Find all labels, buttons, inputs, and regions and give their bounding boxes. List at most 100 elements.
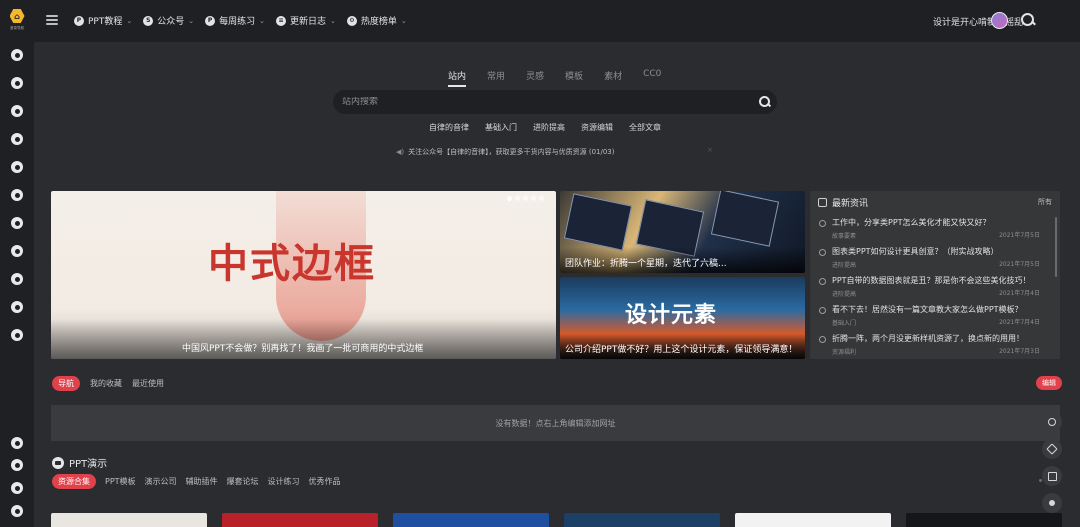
- more-indicator: [1039, 479, 1042, 482]
- nav-item-weekly-practice[interactable]: P 每周练习 ⌄: [205, 14, 265, 27]
- tab-favorites[interactable]: 我的收藏: [90, 376, 122, 391]
- nav-gear-icon: ⚙: [346, 15, 357, 26]
- nav-item-official-account[interactable]: S 公众号 ⌄: [143, 14, 194, 27]
- hero-title: 中式边框: [208, 240, 376, 287]
- notice-text: 关注公众号【自律的音律】，获取更多干货内容与优质资源 (01/03): [408, 148, 615, 156]
- sidebar-icon-emoji[interactable]: [11, 133, 23, 145]
- nav-item-ppt-tutorial[interactable]: P PPT教程 ⌄: [74, 14, 132, 27]
- list-item[interactable]: 图表类PPT如何设计更具创意？（附实战攻略） 进阶提高 2021年7月5日: [818, 246, 1052, 275]
- sidebar-icon-compass[interactable]: [11, 189, 23, 201]
- nav-label: 热度榜单: [360, 17, 397, 27]
- carousel-dot[interactable]: [539, 196, 544, 201]
- tab-recent[interactable]: 最近使用: [132, 376, 164, 391]
- sidebar-icon-collapse[interactable]: [11, 505, 23, 517]
- sidebar-icon-p[interactable]: [11, 482, 23, 494]
- nav-label: PPT教程: [88, 17, 123, 27]
- tab-plugins[interactable]: 辅助插件: [186, 474, 218, 489]
- thumbnail-card[interactable]: [222, 513, 378, 527]
- sidebar-icon-globe[interactable]: [11, 273, 23, 285]
- chevron-down-icon: ⌄: [188, 16, 195, 25]
- nav-item-changelog[interactable]: ≡ 更新日志 ⌄: [276, 14, 336, 27]
- card-image: [563, 193, 633, 251]
- quick-link[interactable]: 进阶提高: [533, 122, 565, 133]
- float-search-icon[interactable]: [1042, 412, 1062, 432]
- featured-card-team-work[interactable]: 团队作业：折腾一个星期，迭代了六稿...: [560, 191, 805, 273]
- list-item[interactable]: 折腾一阵，两个月没更新样机资源了，换点新的用用！ 资源福利 2021年7月3日: [818, 333, 1052, 362]
- news-item-date: 2021年7月5日: [999, 261, 1040, 268]
- featured-card-design-element[interactable]: 设计元素 公司介绍PPT做不好？用上这个设计元素，保证领导满意！: [560, 277, 805, 359]
- sidebar-icon-star[interactable]: [11, 161, 23, 173]
- sidebar-icon-chat[interactable]: [11, 49, 23, 61]
- section-title: PPT演示: [69, 459, 108, 470]
- quick-link[interactable]: 全部文章: [629, 122, 661, 133]
- float-tag-icon[interactable]: [1042, 439, 1062, 459]
- list-item[interactable]: 工作中，分享类PPT怎么美化才能又快又好？ 故事要素 2021年7月5日: [818, 217, 1052, 246]
- tab-forum[interactable]: 爆套论坛: [227, 474, 259, 489]
- chevron-down-icon: ⌄: [330, 16, 336, 25]
- thumbnail-card[interactable]: [51, 513, 207, 527]
- nav-item-hot-list[interactable]: ⚙ 热度榜单 ⌄: [346, 14, 407, 27]
- tab-cc0[interactable]: CC0: [643, 69, 661, 87]
- search-icon[interactable]: [1021, 13, 1035, 27]
- tab-site[interactable]: 站内: [448, 69, 467, 87]
- sidebar-icon-info[interactable]: [11, 301, 23, 313]
- news-scrollbar[interactable]: [1055, 217, 1057, 277]
- news-more-link[interactable]: 所有: [1038, 197, 1052, 207]
- quick-link[interactable]: 基础入门: [485, 122, 517, 133]
- search-input[interactable]: [333, 97, 733, 107]
- tab-inspiration[interactable]: 灵感: [526, 69, 544, 87]
- nav-label: 公众号: [157, 17, 185, 27]
- search-submit-icon[interactable]: [759, 96, 771, 108]
- carousel-dot[interactable]: [507, 196, 512, 201]
- avatar[interactable]: [991, 12, 1008, 29]
- search-tabs: 站内 常用 灵感 模板 素材 CC0: [448, 69, 661, 87]
- tab-ppt-template[interactable]: PPT模板: [105, 474, 136, 489]
- bookmark-tabs: 导航 我的收藏 最近使用: [52, 376, 164, 391]
- tab-works[interactable]: 优秀作品: [309, 474, 341, 489]
- tab-presentation-company[interactable]: 演示公司: [145, 474, 177, 489]
- thumbnail-card[interactable]: [906, 513, 1062, 527]
- sidebar-icon-help[interactable]: [11, 437, 23, 449]
- float-calendar-icon[interactable]: [1042, 466, 1062, 486]
- list-item[interactable]: 看不下去！居然没有一篇文章教大家怎么做PPT模板？ 基础入门 2021年7月4日: [818, 304, 1052, 333]
- site-logo[interactable]: ⌂ 漫录导航: [7, 9, 27, 33]
- card-caption: 公司介绍PPT做不好？用上这个设计元素，保证领导满意！: [565, 345, 798, 355]
- sidebar-icon-link[interactable]: [11, 459, 23, 471]
- thumbnail-card[interactable]: [564, 513, 720, 527]
- tab-material[interactable]: 素材: [604, 69, 622, 87]
- menu-icon[interactable]: [46, 15, 58, 25]
- notice-close-icon[interactable]: ×: [707, 146, 713, 154]
- sidebar-icon-tool[interactable]: [11, 217, 23, 229]
- news-item-title: PPT自带的数据图表就是丑？那是你不会这些美化技巧！: [832, 276, 1031, 285]
- logo-text: 漫录导航: [9, 25, 25, 30]
- thumbnail-card[interactable]: [393, 513, 549, 527]
- hero-banner[interactable]: 中式边框 中国风PPT不会做？别再找了！我画了一批可商用的中式边框: [51, 191, 556, 359]
- thumbnail-row: [51, 513, 1062, 527]
- news-header: 最新资讯: [818, 196, 868, 209]
- carousel-dot[interactable]: [515, 196, 520, 201]
- tab-template[interactable]: 模板: [565, 69, 583, 87]
- carousel-dot[interactable]: [523, 196, 528, 201]
- carousel-dots: [507, 196, 544, 201]
- thumbnail-card[interactable]: [735, 513, 891, 527]
- chevron-down-icon: ⌄: [400, 16, 407, 25]
- sidebar-icon-user[interactable]: [11, 77, 23, 89]
- nav-wechat-icon: S: [143, 15, 154, 26]
- list-item[interactable]: PPT自带的数据图表就是丑？那是你不会这些美化技巧！ 进阶提高 2021年7月4…: [818, 275, 1052, 304]
- nav-p-icon: P: [205, 15, 216, 26]
- edit-button[interactable]: 编辑: [1036, 376, 1062, 390]
- theme-toggle-icon[interactable]: [1042, 493, 1062, 513]
- notice-bar[interactable]: ◀) 关注公众号【自律的音律】，获取更多干货内容与优质资源 (01/03): [396, 147, 614, 157]
- sidebar-icon-palette[interactable]: [11, 245, 23, 257]
- tab-resource-collection[interactable]: 资源合集: [52, 474, 96, 489]
- sidebar-icon-heart[interactable]: [11, 105, 23, 117]
- tab-common[interactable]: 常用: [487, 69, 505, 87]
- card-caption: 团队作业：折腾一个星期，迭代了六稿...: [565, 259, 727, 269]
- tab-design-practice[interactable]: 设计练习: [268, 474, 300, 489]
- carousel-dot[interactable]: [531, 196, 536, 201]
- sidebar-icon-settings[interactable]: [11, 329, 23, 341]
- quick-link[interactable]: 资源编辑: [581, 122, 613, 133]
- tab-nav[interactable]: 导航: [52, 376, 80, 391]
- card-title: 设计元素: [625, 303, 718, 328]
- quick-link[interactable]: 自律的音律: [429, 122, 469, 133]
